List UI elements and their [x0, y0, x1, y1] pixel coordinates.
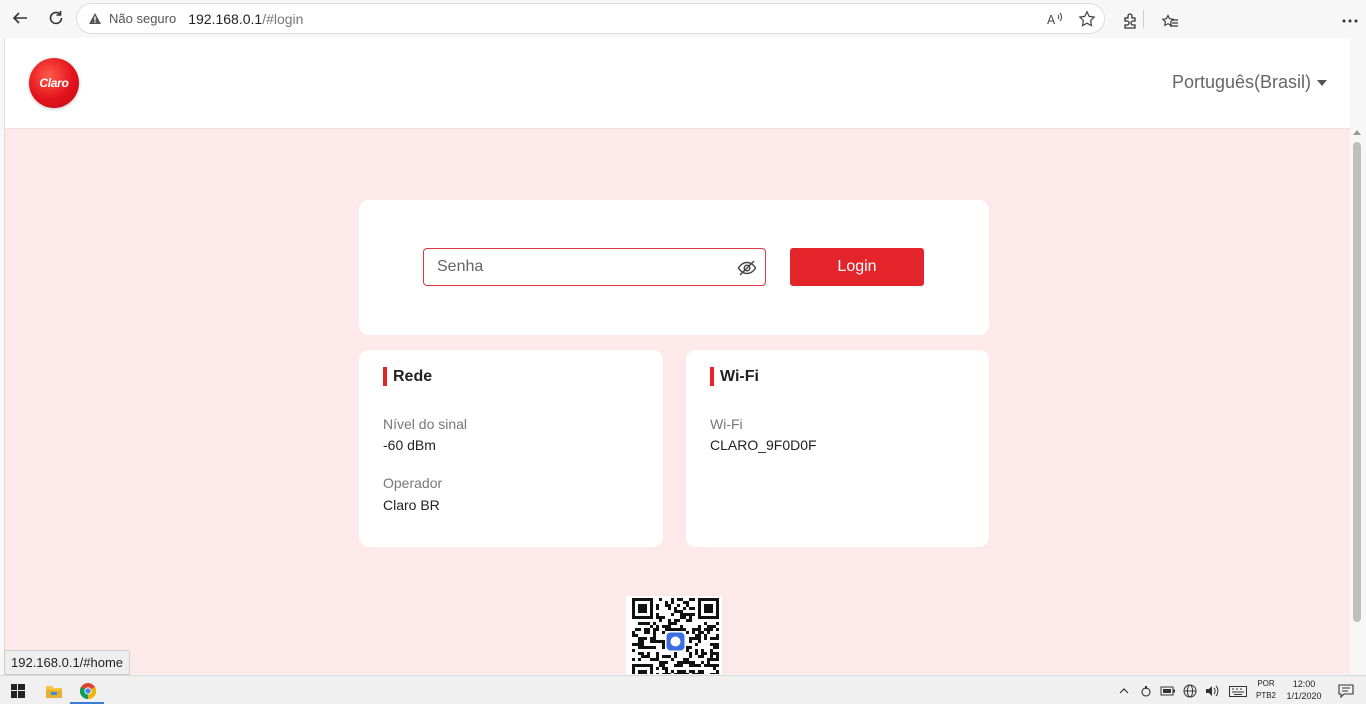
wifi-card: Wi-Fi Wi-Fi CLARO_9F0D0F	[686, 350, 989, 547]
reload-icon[interactable]	[40, 2, 72, 34]
wifi-ssid-value: CLARO_9F0D0F	[710, 437, 817, 453]
tray-app-icon[interactable]	[1134, 680, 1158, 702]
qr-code	[626, 596, 722, 674]
status-bar-url: 192.168.0.1/#home	[4, 650, 131, 675]
language-label: Português(Brasil)	[1171, 72, 1311, 92]
browser-toolbar: Não seguro 192.168.0.1/#login A	[0, 0, 1366, 37]
windows-taskbar: POR PTB2 12:00 1/1/2020	[0, 675, 1366, 704]
page-viewport: Claro Português(Brasil) Login Rede Nível…	[4, 38, 1350, 674]
signal-level-label: Nível do sinal	[383, 416, 468, 432]
file-explorer-icon[interactable]	[42, 680, 66, 702]
extensions-icon[interactable]	[1114, 5, 1146, 37]
operator-value: Claro BR	[383, 497, 440, 513]
input-language[interactable]: POR PTB2	[1254, 678, 1278, 702]
battery-icon[interactable]	[1156, 680, 1180, 702]
network-globe-icon[interactable]	[1178, 680, 1202, 702]
address-bar[interactable]: Não seguro 192.168.0.1/#login A	[76, 3, 1105, 34]
read-aloud-icon[interactable]: A	[1044, 8, 1066, 30]
tray-chevron-up-icon[interactable]	[1112, 680, 1136, 702]
page-header: Claro Português(Brasil)	[5, 38, 1350, 129]
url-text: 192.168.0.1/#login	[188, 10, 304, 27]
network-card-title: Rede	[383, 367, 432, 386]
warning-icon[interactable]	[87, 11, 103, 27]
chrome-icon[interactable]	[76, 680, 100, 702]
password-field-wrapper	[423, 248, 766, 286]
favorites-icon[interactable]	[1154, 5, 1186, 37]
claro-logo: Claro	[29, 58, 79, 108]
operator-label: Operador	[383, 475, 443, 491]
toolbar-separator	[1143, 10, 1144, 28]
keyboard-icon[interactable]	[1226, 680, 1250, 702]
wifi-card-title: Wi-Fi	[710, 367, 759, 386]
scroll-up-icon[interactable]	[1353, 130, 1361, 135]
language-select[interactable]: Português(Brasil)	[1172, 72, 1327, 93]
taskbar-clock[interactable]: 12:00 1/1/2020	[1282, 678, 1326, 702]
password-input[interactable]	[424, 249, 724, 285]
caret-down-icon	[1317, 79, 1327, 86]
windows-start-icon[interactable]	[6, 680, 30, 702]
login-card: Login	[359, 200, 989, 335]
volume-icon[interactable]	[1200, 680, 1224, 702]
network-card: Rede Nível do sinal -60 dBm Operador Cla…	[359, 350, 663, 547]
more-menu-icon[interactable]	[1334, 5, 1366, 37]
scrollbar-thumb[interactable]	[1353, 142, 1361, 622]
eye-slash-icon[interactable]	[737, 258, 757, 278]
login-button[interactable]: Login	[790, 248, 924, 286]
svg-text:A: A	[1047, 13, 1056, 26]
signal-level-value: -60 dBm	[383, 437, 436, 453]
back-arrow-icon[interactable]	[4, 2, 36, 34]
not-secure-label: Não seguro	[109, 11, 177, 26]
notifications-icon[interactable]	[1334, 680, 1358, 702]
wifi-ssid-label: Wi-Fi	[710, 416, 743, 432]
favorite-star-icon[interactable]	[1076, 8, 1098, 30]
